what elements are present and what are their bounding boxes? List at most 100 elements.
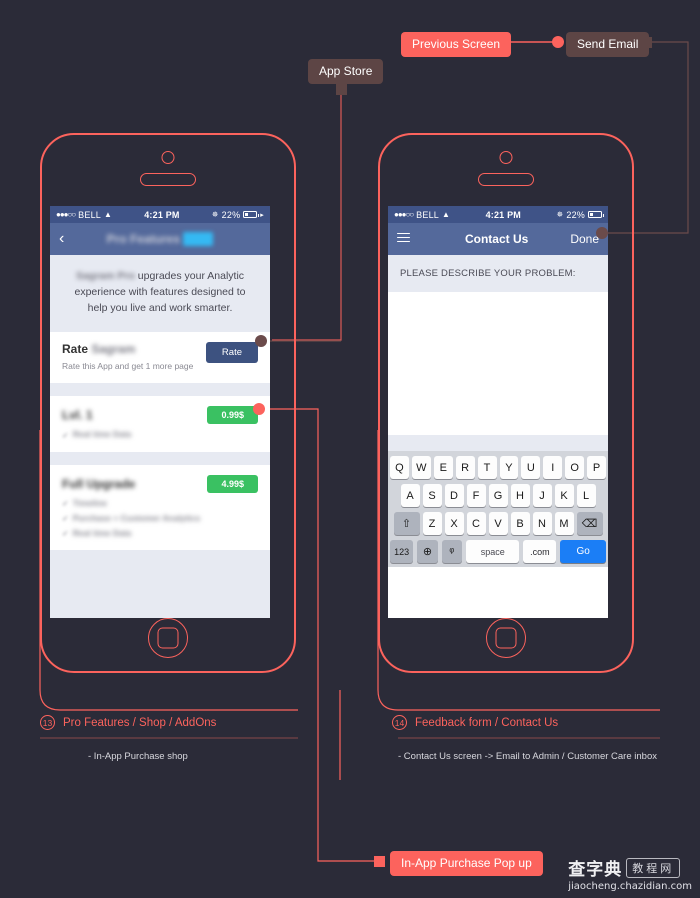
watermark-url: jiaocheng.chazidian.com (568, 881, 692, 892)
list-item-rate[interactable]: Rate Sagram Rate this App and get 1 more… (50, 332, 270, 384)
key-k[interactable]: K (554, 484, 574, 507)
numbers-key[interactable]: 123 (390, 540, 414, 563)
check-icon: ✓ (62, 498, 69, 508)
wifi-icon: ▲ (104, 210, 113, 219)
price-button-499[interactable]: 4.99$ (207, 474, 258, 493)
key-u[interactable]: U (521, 456, 541, 479)
status-bar-left: ●●●○○ BELL ▲ 4:21 PM ✵ 22% ▸ (50, 206, 270, 223)
key-j[interactable]: J (532, 484, 552, 507)
carrier-label: BELL (78, 209, 101, 220)
intro-redacted-brand: Sagram Pro (75, 270, 135, 282)
shift-key[interactable]: ⇧ (393, 512, 420, 535)
wifi-icon: ▲ (442, 210, 451, 219)
annotation-app-store[interactable]: App Store (308, 59, 384, 84)
hamburger-icon (397, 230, 410, 245)
key-h[interactable]: H (510, 484, 530, 507)
keyboard-row-2: A S D F G H J K L (390, 484, 606, 507)
watermark-brand: 查字典 (568, 860, 623, 880)
caption-number: 14 (392, 715, 407, 730)
key-a[interactable]: A (400, 484, 420, 507)
signal-dots-icon: ●●●○○ (394, 210, 414, 219)
key-g[interactable]: G (488, 484, 508, 507)
key-n[interactable]: N (532, 512, 552, 535)
microphone-icon[interactable]: ᵠ (441, 540, 463, 563)
menu-icon[interactable] (397, 230, 423, 248)
home-button[interactable] (148, 618, 188, 658)
key-p[interactable]: P (587, 456, 607, 479)
key-r[interactable]: R (455, 456, 475, 479)
space-key[interactable]: space (466, 540, 520, 563)
price-button-099[interactable]: 0.99$ (207, 406, 258, 425)
globe-icon[interactable]: ⊕ (417, 540, 438, 563)
key-w[interactable]: W (411, 456, 431, 479)
watermark: 查字典 教程网 jiaocheng.chazidian.com (568, 855, 692, 892)
delete-key[interactable]: ⌫ (576, 512, 603, 535)
annotation-inapp-popup[interactable]: In-App Purchase Pop up (390, 851, 543, 876)
rate-redacted-brand: Sagram (91, 342, 136, 357)
key-y[interactable]: Y (499, 456, 519, 479)
bluetooth-icon: ✵ (556, 210, 564, 219)
full-upgrade-feature: ✓ Purchase + Customer Analytics (62, 512, 200, 525)
full-upgrade-feature-label: Real time Data (72, 527, 132, 538)
caption-14-body: - Contact Us screen -> Email to Admin / … (398, 751, 657, 762)
bluetooth-icon: ✵ (211, 210, 219, 219)
key-m[interactable]: M (554, 512, 574, 535)
caption-title: Pro Features / Shop / AddOns (63, 716, 217, 729)
full-upgrade-feature: ✓ Timeline (62, 497, 200, 510)
price-099-hotspot (253, 403, 265, 415)
nav-bar-contact-us: Contact Us Done (388, 223, 608, 255)
annotation-app-store-anchor (336, 84, 347, 95)
key-z[interactable]: Z (422, 512, 442, 535)
annotation-popup-anchor (374, 856, 385, 867)
dotcom-key[interactable]: .com (523, 540, 557, 563)
rate-row-title: Rate Sagram (62, 342, 193, 356)
level1-feature: ✓ Real time Data (62, 428, 131, 441)
key-e[interactable]: E (433, 456, 453, 479)
annotation-send-email[interactable]: Send Email (566, 32, 650, 57)
pro-badge: PRO (183, 232, 214, 246)
full-upgrade-title: Full Upgrade (62, 476, 136, 491)
key-i[interactable]: I (543, 456, 563, 479)
battery-icon (243, 211, 260, 218)
key-b[interactable]: B (510, 512, 530, 535)
rate-button[interactable]: Rate (205, 342, 258, 364)
battery-percent: 22% (566, 209, 585, 220)
list-item-full-upgrade[interactable]: Full Upgrade ✓ Timeline ✓ Purchase + Cus… (50, 464, 270, 551)
level1-title: Lvl. 1 (62, 408, 93, 423)
onscreen-keyboard[interactable]: Q W E R T Y U I O P A S D F G H J K L ⇧ … (388, 451, 608, 567)
go-key[interactable]: Go (560, 540, 606, 563)
key-o[interactable]: O (565, 456, 585, 479)
home-button[interactable] (486, 618, 526, 658)
key-t[interactable]: T (477, 456, 497, 479)
back-button[interactable]: ‹ (59, 231, 85, 247)
rate-row-subtitle: Rate this App and get 1 more page (62, 361, 194, 372)
key-c[interactable]: C (466, 512, 486, 535)
key-q[interactable]: Q (389, 456, 409, 479)
empty-area (50, 550, 270, 618)
full-upgrade-feature: ✓ Real time Data (62, 527, 200, 540)
annotation-previous-screen-dot (552, 36, 564, 48)
form-prompt-label: PLEASE DESCRIBE YOUR PROBLEM: (388, 255, 608, 292)
key-x[interactable]: X (444, 512, 464, 535)
list-item-level-1[interactable]: Lvl. 1 ✓ Real time Data 0.99$ (50, 396, 270, 452)
keyboard-gap (388, 435, 608, 451)
key-v[interactable]: V (488, 512, 508, 535)
done-button-hotspot (596, 227, 608, 239)
screen-contact-us: ●●●○○ BELL ▲ 4:21 PM ✵ 22% Contact Us Do… (388, 206, 608, 618)
annotation-previous-screen-anchor (500, 37, 511, 48)
battery-icon (588, 211, 604, 218)
key-d[interactable]: D (444, 484, 464, 507)
intro-description: Sagram Pro upgrades your Analytic experi… (50, 255, 270, 333)
done-button[interactable]: Done (570, 232, 599, 246)
annotation-previous-screen[interactable]: Previous Screen (401, 32, 512, 57)
level1-feature-label: Real time Data (72, 429, 132, 440)
key-s[interactable]: S (422, 484, 442, 507)
speaker-icon (140, 173, 196, 186)
rate-button-hotspot (255, 335, 267, 347)
problem-textarea[interactable] (388, 292, 608, 435)
full-upgrade-feature-label: Timeline (72, 497, 108, 508)
key-l[interactable]: L (576, 484, 596, 507)
page-title: Contact Us (464, 232, 529, 246)
key-f[interactable]: F (466, 484, 486, 507)
carrier-label: BELL (416, 209, 439, 220)
